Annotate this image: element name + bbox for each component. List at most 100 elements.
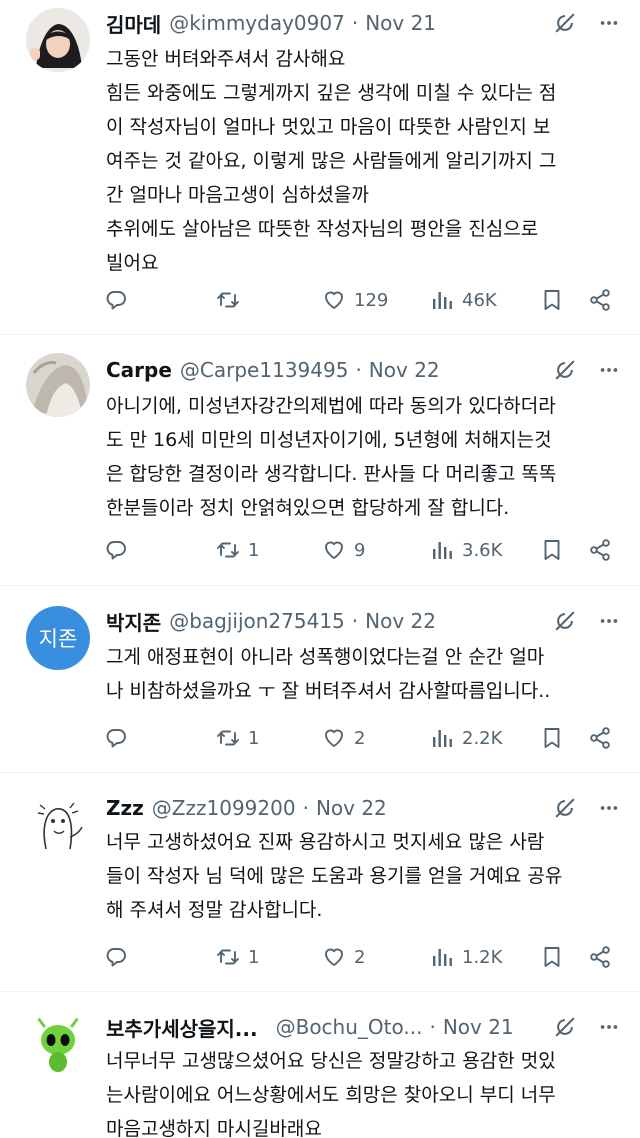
reply-button[interactable] [104,940,136,974]
views-button[interactable]: 3.6K [430,533,502,567]
retweet-button[interactable]: 1 [216,940,259,974]
display-name[interactable]: 김마데 [106,9,161,38]
user-handle[interactable]: @Bochu_Oto... [276,1015,423,1039]
tweet[interactable]: 지존 박지존 @bagjijon275415 · Nov 22 그게 애정표현이… [0,586,640,772]
tweet-text-line: 이 작성자님이 얼마나 멋있고 마음이 따뜻한 사람인지 보 [106,116,551,138]
tweet[interactable]: Zzz @Zzz1099200 · Nov 22 너무 고생하셨어요 진짜 용감… [0,773,640,991]
tweet-text-line: 한분들이라 정치 안얽혀있으면 합당하게 잘 합니다. [106,497,510,519]
tweet[interactable]: Carpe @Carpe1139495 · Nov 22 아니기에, 미성년자강… [0,335,640,585]
like-button[interactable]: 129 [322,283,388,317]
avatar-initials: 지존 [38,627,78,651]
tweet-text-line: 아니기에, 미성년자강간의제법에 따라 동의가 있다하더라 [106,395,556,417]
user-handle[interactable]: @Zzz1099200 [152,796,296,820]
like-button[interactable]: 2 [322,721,365,755]
tweet-date[interactable]: Nov 22 [369,358,440,382]
separator-dot: · [355,358,362,382]
like-button[interactable]: 9 [322,533,365,567]
tweet-text-line: 추위에도 살아남은 따뜻한 작성자님의 평안을 진심으로 [106,218,539,240]
action-bar: 1 2 1.2K [104,940,624,974]
action-bar: 129 46K [104,283,624,317]
share-button[interactable] [588,533,612,567]
tweet-date[interactable]: Nov 22 [316,796,387,820]
user-handle[interactable]: @bagjijon275415 [169,609,345,633]
views-button[interactable]: 2.2K [430,721,502,755]
user-handle[interactable]: @kimmyday0907 [169,11,345,35]
tweet-date[interactable]: Nov 21 [443,1015,514,1039]
views-button[interactable]: 46K [430,283,497,317]
retweet-button[interactable] [216,283,248,317]
reply-button[interactable] [104,533,136,567]
tweet-text: 그동안 버텨와주셔서 감사해요 힘든 와중에도 그렇게까지 깊은 생각에 미칠 … [106,42,626,280]
share-button[interactable] [588,721,612,755]
grok-icon[interactable] [554,12,576,34]
tweet-text-line: 은 합당한 결정이라 생각합니다. 판사들 다 머리좋고 똑똑 [106,463,557,485]
tweet-text-line: 너무 고생하셨어요 진짜 용감하시고 멋지세요 많은 사람 [106,831,545,853]
tweet-text: 그게 애정표현이 아니라 성폭행이었다는걸 안 순간 얼마 나 비참하셨을까요 … [106,640,626,708]
separator-dot: · [302,796,309,820]
separator-dot: · [351,11,359,35]
tweet-header: 박지존 @bagjijon275415 · Nov 22 [106,606,620,636]
tweet-date[interactable]: Nov 21 [365,11,436,35]
bookmark-button[interactable] [540,283,564,317]
grok-icon[interactable] [554,797,576,819]
grok-icon[interactable] [554,610,576,632]
tweet-text: 너무 고생하셨어요 진짜 용감하시고 멋지세요 많은 사람 들이 작성자 님 덕… [106,825,626,927]
display-name[interactable]: Zzz [106,796,144,820]
tweet-date[interactable]: Nov 22 [365,609,436,633]
tweet-text-line: 들이 작성자 님 덕에 많은 도움과 용기를 얻을 거예요 공유 [106,865,563,887]
grok-icon[interactable] [554,1016,576,1038]
action-bar: 1 9 3.6K [104,533,624,567]
views-button[interactable]: 1.2K [430,940,502,974]
avatar[interactable] [26,353,90,417]
tweet-text-line: 마음고생하지 마시길바래요 [106,1118,322,1138]
tweet-text-line: 너무너무 고생많으셨어요 당신은 정말강하고 용감한 멋있 [106,1050,556,1072]
display-name[interactable]: Carpe [106,358,172,382]
tweet-header: Zzz @Zzz1099200 · Nov 22 [106,793,620,823]
like-button[interactable]: 2 [322,940,365,974]
tweet-text-line: 힘든 와중에도 그렇게까지 깊은 생각에 미칠 수 있다는 점 [106,82,557,104]
tweet-text-line: 간 얼마나 마음고생이 심하셨을까 [106,184,369,206]
share-button[interactable] [588,940,612,974]
bookmark-button[interactable] [540,940,564,974]
avatar[interactable] [26,791,90,855]
tweet-text-line: 해 주셔서 정말 감사합니다. [106,899,323,921]
separator-dot: · [351,609,359,633]
tweet-text-line: 여주는 것 같아요, 이렇게 많은 사람들에게 알리기까지 그 [106,150,557,172]
share-button[interactable] [588,283,612,317]
display-name[interactable]: 보추가세상을지... [106,1013,258,1042]
more-icon[interactable] [598,12,620,34]
avatar[interactable]: 지존 [26,606,90,670]
tweet-text: 아니기에, 미성년자강간의제법에 따라 동의가 있다하더라 도 만 16세 미만… [106,389,626,525]
view-count: 1.2K [462,946,503,968]
avatar[interactable] [26,1012,90,1076]
retweet-count: 1 [248,727,260,749]
avatar[interactable] [26,8,90,72]
user-handle[interactable]: @Carpe1139495 [180,358,349,382]
tweet[interactable]: 보추가세상을지... @Bochu_Oto... · Nov 21 너무너무 고… [0,992,640,1138]
tweet-text-line: 는사람이에요 어느상황에서도 희망은 찾아오니 부디 너무 [106,1084,556,1106]
display-name[interactable]: 박지존 [106,607,161,636]
tweet-text: 너무너무 고생많으셨어요 당신은 정말강하고 용감한 멋있 는사람이에요 어느상… [106,1044,626,1138]
retweet-count: 1 [248,539,260,561]
more-icon[interactable] [598,1016,620,1038]
view-count: 46K [462,289,497,311]
retweet-button[interactable]: 1 [216,721,259,755]
tweet-text-line: 그동안 버텨와주셔서 감사해요 [106,48,346,70]
tweet-text-line: 도 만 16세 미만의 미성년자이기에, 5년형에 처해지는것 [106,429,552,451]
reply-button[interactable] [104,283,136,317]
more-icon[interactable] [598,610,620,632]
bookmark-button[interactable] [540,533,564,567]
bookmark-button[interactable] [540,721,564,755]
retweet-button[interactable]: 1 [216,533,259,567]
retweet-count: 1 [248,946,260,968]
separator-dot: · [429,1015,436,1039]
action-bar: 1 2 2.2K [104,721,624,755]
grok-icon[interactable] [554,359,576,381]
reply-button[interactable] [104,721,136,755]
view-count: 2.2K [462,727,503,749]
tweet-header: Carpe @Carpe1139495 · Nov 22 [106,355,620,385]
more-icon[interactable] [598,797,620,819]
more-icon[interactable] [598,359,620,381]
tweet[interactable]: 김마데 @kimmyday0907 · Nov 21 그동안 버텨와주셔서 감사… [0,0,640,334]
like-count: 129 [354,289,389,311]
